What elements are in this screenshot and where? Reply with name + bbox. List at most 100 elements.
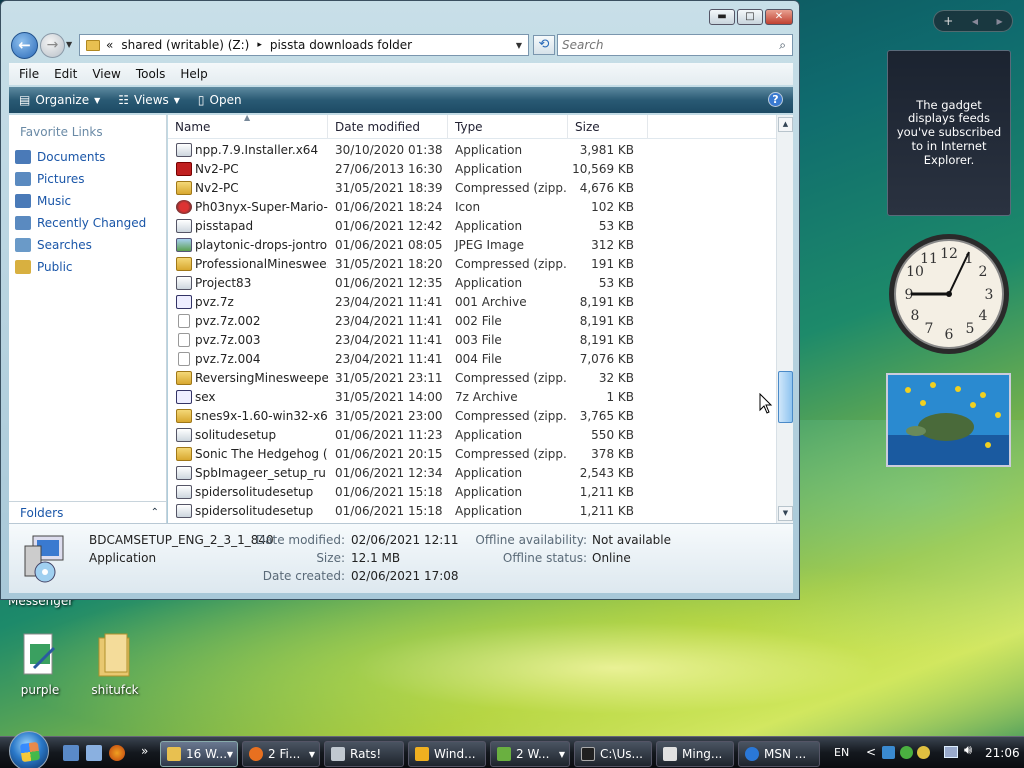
add-gadget-button[interactable]: + <box>943 14 953 28</box>
clock-gadget[interactable]: 12 1 2 345 678 9 10 11 <box>887 232 1011 356</box>
file-name-cell: Sonic The Hedgehog (... <box>168 446 328 461</box>
file-name: ProfessionalMineswee... <box>195 256 328 271</box>
slideshow-gadget[interactable] <box>886 373 1011 467</box>
taskbar-button-games[interactable]: 2 W... ▼ <box>490 741 570 767</box>
menu-edit[interactable]: Edit <box>54 67 77 81</box>
volume-icon[interactable]: 🔊︎ <box>964 743 972 758</box>
organize-label: Organize <box>35 93 90 107</box>
nav-link-label: Public <box>37 260 73 274</box>
nav-link-music[interactable]: Music <box>15 194 71 208</box>
taskbar-button-msn[interactable]: MSN ... <box>738 741 820 767</box>
scroll-up-button[interactable]: ▲ <box>778 117 793 132</box>
scrollbar-thumb[interactable] <box>778 371 793 423</box>
menu-view[interactable]: View <box>92 67 120 81</box>
file-date: 27/06/2013 16:30 <box>335 161 443 176</box>
quick-launch-more-icon[interactable]: » <box>141 744 148 758</box>
close-button[interactable]: ✕ <box>765 9 793 25</box>
refresh-button[interactable]: ⟲ <box>533 35 555 55</box>
chevron-down-icon: ▼ <box>94 95 101 105</box>
maximize-button[interactable]: □ <box>737 9 763 25</box>
minimize-button[interactable]: ▬ <box>709 9 735 25</box>
firefox-icon[interactable] <box>109 745 125 761</box>
taskbar-button-command-prompt[interactable]: C:\Us... <box>574 741 652 767</box>
start-button[interactable] <box>9 731 49 768</box>
file-row[interactable]: pvz.7z.002 23/04/2021 11:41 002 File 8,191 … <box>168 311 776 330</box>
feed-headlines-gadget[interactable]: The gadget displays feeds you've subscri… <box>887 50 1011 216</box>
clock-time[interactable]: 21:06 <box>985 746 1020 760</box>
file-row[interactable]: pvz.7z 23/04/2021 11:41 001 Archive 8,191 K… <box>168 292 776 311</box>
show-desktop-icon[interactable] <box>63 745 79 761</box>
menu-file[interactable]: File <box>19 67 39 81</box>
breadcrumb-folder[interactable]: pissta downloads folder <box>270 38 412 52</box>
desktop-icon-shitufck[interactable]: shitufck <box>80 632 150 697</box>
desktop-icon-purple[interactable]: purple <box>5 632 75 697</box>
nav-link-documents[interactable]: Documents <box>15 150 105 164</box>
views-button[interactable]: ☷ Views ▼ <box>118 93 180 107</box>
prev-gadget-button[interactable]: ◀ <box>972 17 978 26</box>
show-hidden-icons-button[interactable]: < <box>866 745 876 759</box>
switch-windows-icon[interactable] <box>86 745 102 761</box>
file-row[interactable]: sex 31/05/2021 14:00 7z Archive 1 KB <box>168 387 776 406</box>
file-row[interactable]: SpbImageer_setup_ru 01/06/2021 12:34 Appli… <box>168 463 776 482</box>
file-row[interactable]: solitudesetup 01/06/2021 11:23 Application… <box>168 425 776 444</box>
file-row[interactable]: Sonic The Hedgehog (... 01/06/2021 20:15 C… <box>168 444 776 463</box>
file-row[interactable]: Ph03nyx-Super-Mario-... 01/06/2021 18:24 I… <box>168 197 776 216</box>
date-modified-value: 02/06/2021 12:11 <box>351 533 459 547</box>
taskbar-button-explorer[interactable]: 16 W... ▼ <box>160 741 238 767</box>
file-row[interactable]: snes9x-1.60-win32-x64 31/05/2021 23:00 Com… <box>168 406 776 425</box>
network-icon[interactable] <box>944 746 958 758</box>
column-header-size[interactable]: Size <box>568 115 648 139</box>
taskbar-button-ming[interactable]: Ming... <box>656 741 734 767</box>
messenger-tray-icon[interactable] <box>900 746 913 759</box>
address-bar[interactable]: « shared (writable) (Z:) ▸ pissta downlo… <box>79 34 529 56</box>
help-icon[interactable]: ? <box>768 92 783 107</box>
column-header-type[interactable]: Type <box>448 115 568 139</box>
security-center-icon[interactable] <box>882 746 895 759</box>
organize-button[interactable]: ▤ Organize ▼ <box>19 93 100 107</box>
file-row[interactable]: npp.7.9.Installer.x64 30/10/2020 01:38 App… <box>168 140 776 159</box>
search-input[interactable] <box>562 38 762 52</box>
address-overflow-chevron[interactable]: « <box>106 38 113 52</box>
file-date: 31/05/2021 23:11 <box>335 370 443 385</box>
file-row[interactable]: pisstapad 01/06/2021 12:42 Application 53 K… <box>168 216 776 235</box>
file-row[interactable]: pvz.7z.003 23/04/2021 11:41 003 File 8,191 … <box>168 330 776 349</box>
recent-pages-dropdown[interactable]: ▼ <box>66 40 72 49</box>
next-gadget-button[interactable]: ▶ <box>997 17 1003 26</box>
menu-help[interactable]: Help <box>180 67 207 81</box>
file-row[interactable]: ProfessionalMineswee... 31/05/2021 18:20 C… <box>168 254 776 273</box>
address-dropdown-icon[interactable]: ▼ <box>516 41 522 50</box>
taskbar-button-label: MSN ... <box>764 747 807 761</box>
file-row[interactable]: spidersolitudesetup 01/06/2021 15:18 Appli… <box>168 482 776 501</box>
nav-link-public[interactable]: Public <box>15 260 73 274</box>
back-button[interactable]: ← <box>11 32 38 59</box>
file-row[interactable]: ReversingMinesweeper... 31/05/2021 23:11 C… <box>168 368 776 387</box>
file-row[interactable]: playtonic-drops-jontron 01/06/2021 08:05 J… <box>168 235 776 254</box>
user-tray-icon[interactable] <box>917 746 930 759</box>
clock-face-icon: 12 12 345 678 91011 <box>889 234 1009 354</box>
language-indicator[interactable]: EN <box>834 746 849 759</box>
file-row[interactable]: Project83 01/06/2021 12:35 Application 53 K… <box>168 273 776 292</box>
file-row[interactable]: Nv2-PC 31/05/2021 18:39 Compressed (zipp..… <box>168 178 776 197</box>
nav-link-recently-changed[interactable]: Recently Changed <box>15 216 146 230</box>
vertical-scrollbar[interactable]: ▲ ▼ <box>776 115 793 523</box>
scroll-down-button[interactable]: ▼ <box>778 506 793 521</box>
open-button[interactable]: ▯ Open <box>198 93 242 107</box>
file-row[interactable]: pvz.7z.004 23/04/2021 11:41 004 File 7,076 … <box>168 349 776 368</box>
search-icon[interactable]: ⌕ <box>779 38 786 53</box>
file-row[interactable]: Nv2-PC 27/06/2013 16:30 Application 10,569 … <box>168 159 776 178</box>
breadcrumb-separator-icon[interactable]: ▸ <box>257 40 262 50</box>
folders-toggle[interactable]: Folders ⌃ <box>9 501 167 523</box>
organize-icon: ▤ <box>19 93 31 107</box>
column-header-date-modified[interactable]: Date modified <box>328 115 448 139</box>
taskbar-button-rats[interactable]: Rats! <box>324 741 404 767</box>
breadcrumb-drive[interactable]: shared (writable) (Z:) <box>121 38 249 52</box>
menu-tools[interactable]: Tools <box>136 67 166 81</box>
offline-availability-label: Offline availability: <box>475 533 587 547</box>
file-row[interactable]: spidersolitudesetup 01/06/2021 15:18 Appli… <box>168 501 776 520</box>
taskbar-button-firefox[interactable]: 2 Fi... ▼ <box>242 741 320 767</box>
nav-link-pictures[interactable]: Pictures <box>15 172 85 186</box>
taskbar-button-windows-media[interactable]: Wind... <box>408 741 486 767</box>
file-name-cell: ReversingMinesweeper... <box>168 370 328 385</box>
nav-link-searches[interactable]: Searches <box>15 238 92 252</box>
forward-button[interactable]: → <box>40 33 65 58</box>
